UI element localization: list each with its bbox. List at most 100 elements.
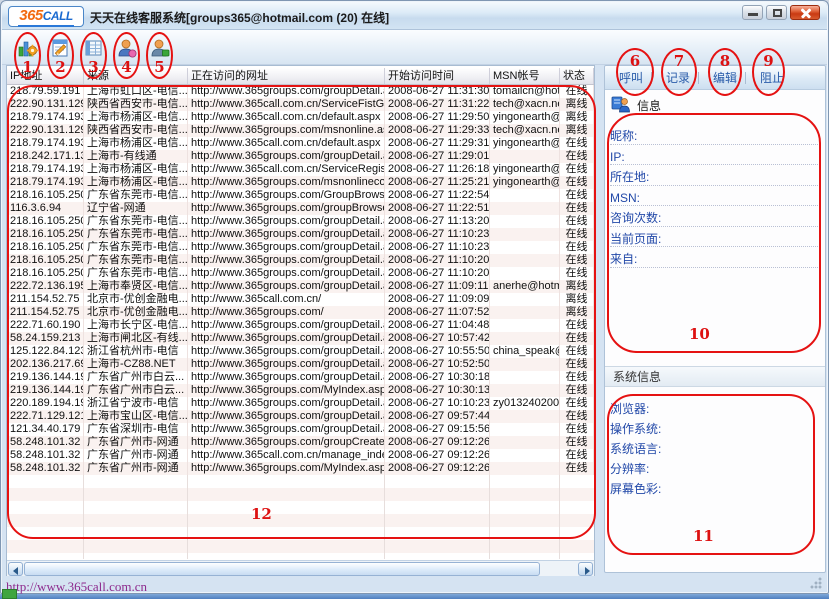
cell-ip: 58.248.101.32 bbox=[7, 449, 84, 462]
system-field-label: 屏幕色彩: bbox=[610, 480, 820, 500]
records-table-button[interactable] bbox=[81, 35, 107, 61]
status-url-link[interactable]: http://www.365call.com.cn bbox=[6, 579, 147, 594]
table-row[interactable]: 218.79.174.193 上海市杨浦区-电信... http://www.3… bbox=[7, 163, 594, 176]
table-row[interactable]: 222.72.136.195 上海市奉贤区-电信... http://www.3… bbox=[7, 280, 594, 293]
info-field[interactable]: 咨询次数: bbox=[610, 206, 820, 227]
table-row[interactable]: 218.16.105.250 广东省东莞市-电信... http://www.3… bbox=[7, 241, 594, 254]
cell-url: http://www.365call.com.cn/default.aspx bbox=[188, 111, 385, 124]
statistics-settings-button[interactable] bbox=[15, 35, 41, 61]
title-bar[interactable]: 365CALL 天天在线客服系统[groups365@hotmail.com (… bbox=[2, 2, 827, 30]
table-body[interactable]: 218.79.59.191 上海市虹口区-电信... http://www.36… bbox=[7, 85, 594, 559]
column-header[interactable]: 状态 bbox=[560, 68, 594, 84]
taskbar-edge bbox=[0, 594, 829, 599]
table-row[interactable]: 218.16.105.250 广东省东莞市-电信... http://www.3… bbox=[7, 254, 594, 267]
cell-url: http://www.365groups.com/MyIndex.aspx?Me… bbox=[188, 384, 385, 397]
table-row[interactable]: 218.16.105.250 广东省东莞市-电信... http://www.3… bbox=[7, 189, 594, 202]
table-row[interactable]: 58.24.159.213 上海市闸北区-有线... http://www.36… bbox=[7, 332, 594, 345]
column-header[interactable]: 来源 bbox=[84, 68, 188, 84]
cell-ip: 218.16.105.250 bbox=[7, 215, 84, 228]
table-row[interactable]: 218.16.105.250 广东省东莞市-电信... http://www.3… bbox=[7, 228, 594, 241]
cell-msn bbox=[490, 423, 560, 436]
block-button[interactable]: 阻止 bbox=[752, 69, 792, 86]
info-field[interactable]: MSN: bbox=[610, 186, 820, 207]
cell-source: 上海市虹口区-电信... bbox=[84, 85, 188, 98]
table-row[interactable]: 202.136.217.69 上海市-CZ88.NET http://www.3… bbox=[7, 358, 594, 371]
user-status-button[interactable] bbox=[114, 35, 140, 61]
cell-source: 广东省广州市-网通 bbox=[84, 462, 188, 475]
table-row[interactable]: 116.3.6.94 辽宁省-网通 http://www.365groups.c… bbox=[7, 202, 594, 215]
table-row[interactable]: 222.71.129.121 上海市宝山区-电信... http://www.3… bbox=[7, 410, 594, 423]
cell-status: 在线 bbox=[560, 371, 594, 384]
info-field[interactable]: 当前页面: bbox=[610, 227, 820, 248]
info-field[interactable]: 所在地: bbox=[610, 165, 820, 186]
table-row[interactable]: 58.248.101.32 广东省广州市-网通 http://www.365ca… bbox=[7, 449, 594, 462]
records-button[interactable]: 记录 bbox=[658, 69, 698, 86]
info-field[interactable]: IP: bbox=[610, 145, 820, 166]
cell-time: 2008-06-27 09:12:26 bbox=[385, 449, 490, 462]
table-row[interactable]: 222.71.60.190 上海市长宁区-电信... http://www.36… bbox=[7, 319, 594, 332]
cell-status: 离线 bbox=[560, 98, 594, 111]
info-field[interactable]: 来自: bbox=[610, 247, 820, 268]
close-button[interactable] bbox=[790, 5, 820, 20]
table-row[interactable]: 58.248.101.32 广东省广州市-网通 http://www.365gr… bbox=[7, 462, 594, 475]
cell-source: 上海市杨浦区-电信... bbox=[84, 137, 188, 150]
table-row[interactable]: 218.242.171.130 上海市-有线通 http://www.365gr… bbox=[7, 150, 594, 163]
cell-ip: 222.71.60.190 bbox=[7, 319, 84, 332]
person-info-icon bbox=[611, 94, 631, 114]
table-row[interactable]: 58.248.101.32 广东省广州市-网通 http://www.365gr… bbox=[7, 436, 594, 449]
cell-url: http://www.365groups.com/groupDetail.asp… bbox=[188, 267, 385, 280]
table-row[interactable]: 222.90.131.129 陕西省西安市-电信... http://www.3… bbox=[7, 124, 594, 137]
table-row[interactable]: 218.16.105.250 广东省东莞市-电信... http://www.3… bbox=[7, 215, 594, 228]
cell-msn bbox=[490, 215, 560, 228]
scroll-right-button[interactable] bbox=[578, 562, 593, 576]
cell-url: http://www.365call.com.cn/ bbox=[188, 293, 385, 306]
scroll-left-button[interactable] bbox=[8, 562, 23, 576]
column-header[interactable]: MSN帐号 bbox=[490, 68, 560, 84]
cell-msn bbox=[490, 202, 560, 215]
minimize-button[interactable] bbox=[742, 5, 763, 20]
table-row[interactable]: 218.79.59.191 上海市虹口区-电信... http://www.36… bbox=[7, 85, 594, 98]
table-row[interactable]: 220.189.194.198 浙江省宁波市-电信 http://www.365… bbox=[7, 397, 594, 410]
cell-time: 2008-06-27 11:29:31 bbox=[385, 137, 490, 150]
cell-msn bbox=[490, 241, 560, 254]
horizontal-scrollbar[interactable] bbox=[7, 560, 594, 576]
table-row[interactable]: 218.79.174.193 上海市杨浦区-电信... http://www.3… bbox=[7, 137, 594, 150]
maximize-button[interactable] bbox=[766, 5, 787, 20]
user-invite-icon bbox=[149, 37, 171, 59]
info-field-label: 咨询次数: bbox=[610, 211, 661, 225]
column-header[interactable]: IP地址 bbox=[7, 68, 84, 84]
cell-msn: tomailcn@hotma... bbox=[490, 85, 560, 98]
cell-url: http://www.365groups.com/GroupBrowse_01.… bbox=[188, 189, 385, 202]
call-button[interactable]: 呼叫 bbox=[611, 69, 651, 86]
user-invite-button[interactable] bbox=[147, 35, 173, 61]
edit-note-button[interactable] bbox=[48, 35, 74, 61]
cell-source: 广东省东莞市-电信... bbox=[84, 241, 188, 254]
cell-time: 2008-06-27 11:31:22 bbox=[385, 98, 490, 111]
table-row[interactable]: 211.154.52.75 北京市-优创金融电... http://www.36… bbox=[7, 293, 594, 306]
table-row[interactable]: 218.79.174.193 上海市杨浦区-电信... http://www.3… bbox=[7, 111, 594, 124]
table-row[interactable]: 125.122.84.123 浙江省杭州市-电信 http://www.365g… bbox=[7, 345, 594, 358]
column-header[interactable]: 正在访问的网址 bbox=[188, 68, 385, 84]
info-field[interactable]: 昵称: bbox=[610, 124, 820, 145]
cell-msn: tech@xacn.net bbox=[490, 98, 560, 111]
edit-button[interactable]: 编辑 bbox=[705, 69, 745, 86]
table-row[interactable]: 218.79.174.193 上海市杨浦区-电信... http://www.3… bbox=[7, 176, 594, 189]
cell-ip: 218.16.105.250 bbox=[7, 228, 84, 241]
cell-ip: 218.79.174.193 bbox=[7, 111, 84, 124]
resize-grip[interactable] bbox=[810, 577, 822, 589]
cell-ip: 218.16.105.250 bbox=[7, 241, 84, 254]
cell-time: 2008-06-27 09:12:26 bbox=[385, 436, 490, 449]
column-header[interactable]: 开始访问时间 bbox=[385, 68, 490, 84]
cell-status: 在线 bbox=[560, 384, 594, 397]
table-row[interactable]: 222.90.131.129 陕西省西安市-电信... http://www.3… bbox=[7, 98, 594, 111]
table-row[interactable]: 219.136.144.199 广东省广州市白云... http://www.3… bbox=[7, 371, 594, 384]
cell-status: 离线 bbox=[560, 306, 594, 319]
scrollbar-thumb[interactable] bbox=[24, 562, 540, 576]
table-row[interactable]: 211.154.52.75 北京市-优创金融电... http://www.36… bbox=[7, 306, 594, 319]
cell-source: 陕西省西安市-电信... bbox=[84, 124, 188, 137]
table-row[interactable]: 121.34.40.179 广东省深圳市-电信 http://www.365gr… bbox=[7, 423, 594, 436]
table-row[interactable]: 218.16.105.250 广东省东莞市-电信... http://www.3… bbox=[7, 267, 594, 280]
cell-ip: 218.242.171.130 bbox=[7, 150, 84, 163]
logo-365-text: 365 bbox=[19, 7, 43, 24]
table-row[interactable]: 219.136.144.199 广东省广州市白云... http://www.3… bbox=[7, 384, 594, 397]
